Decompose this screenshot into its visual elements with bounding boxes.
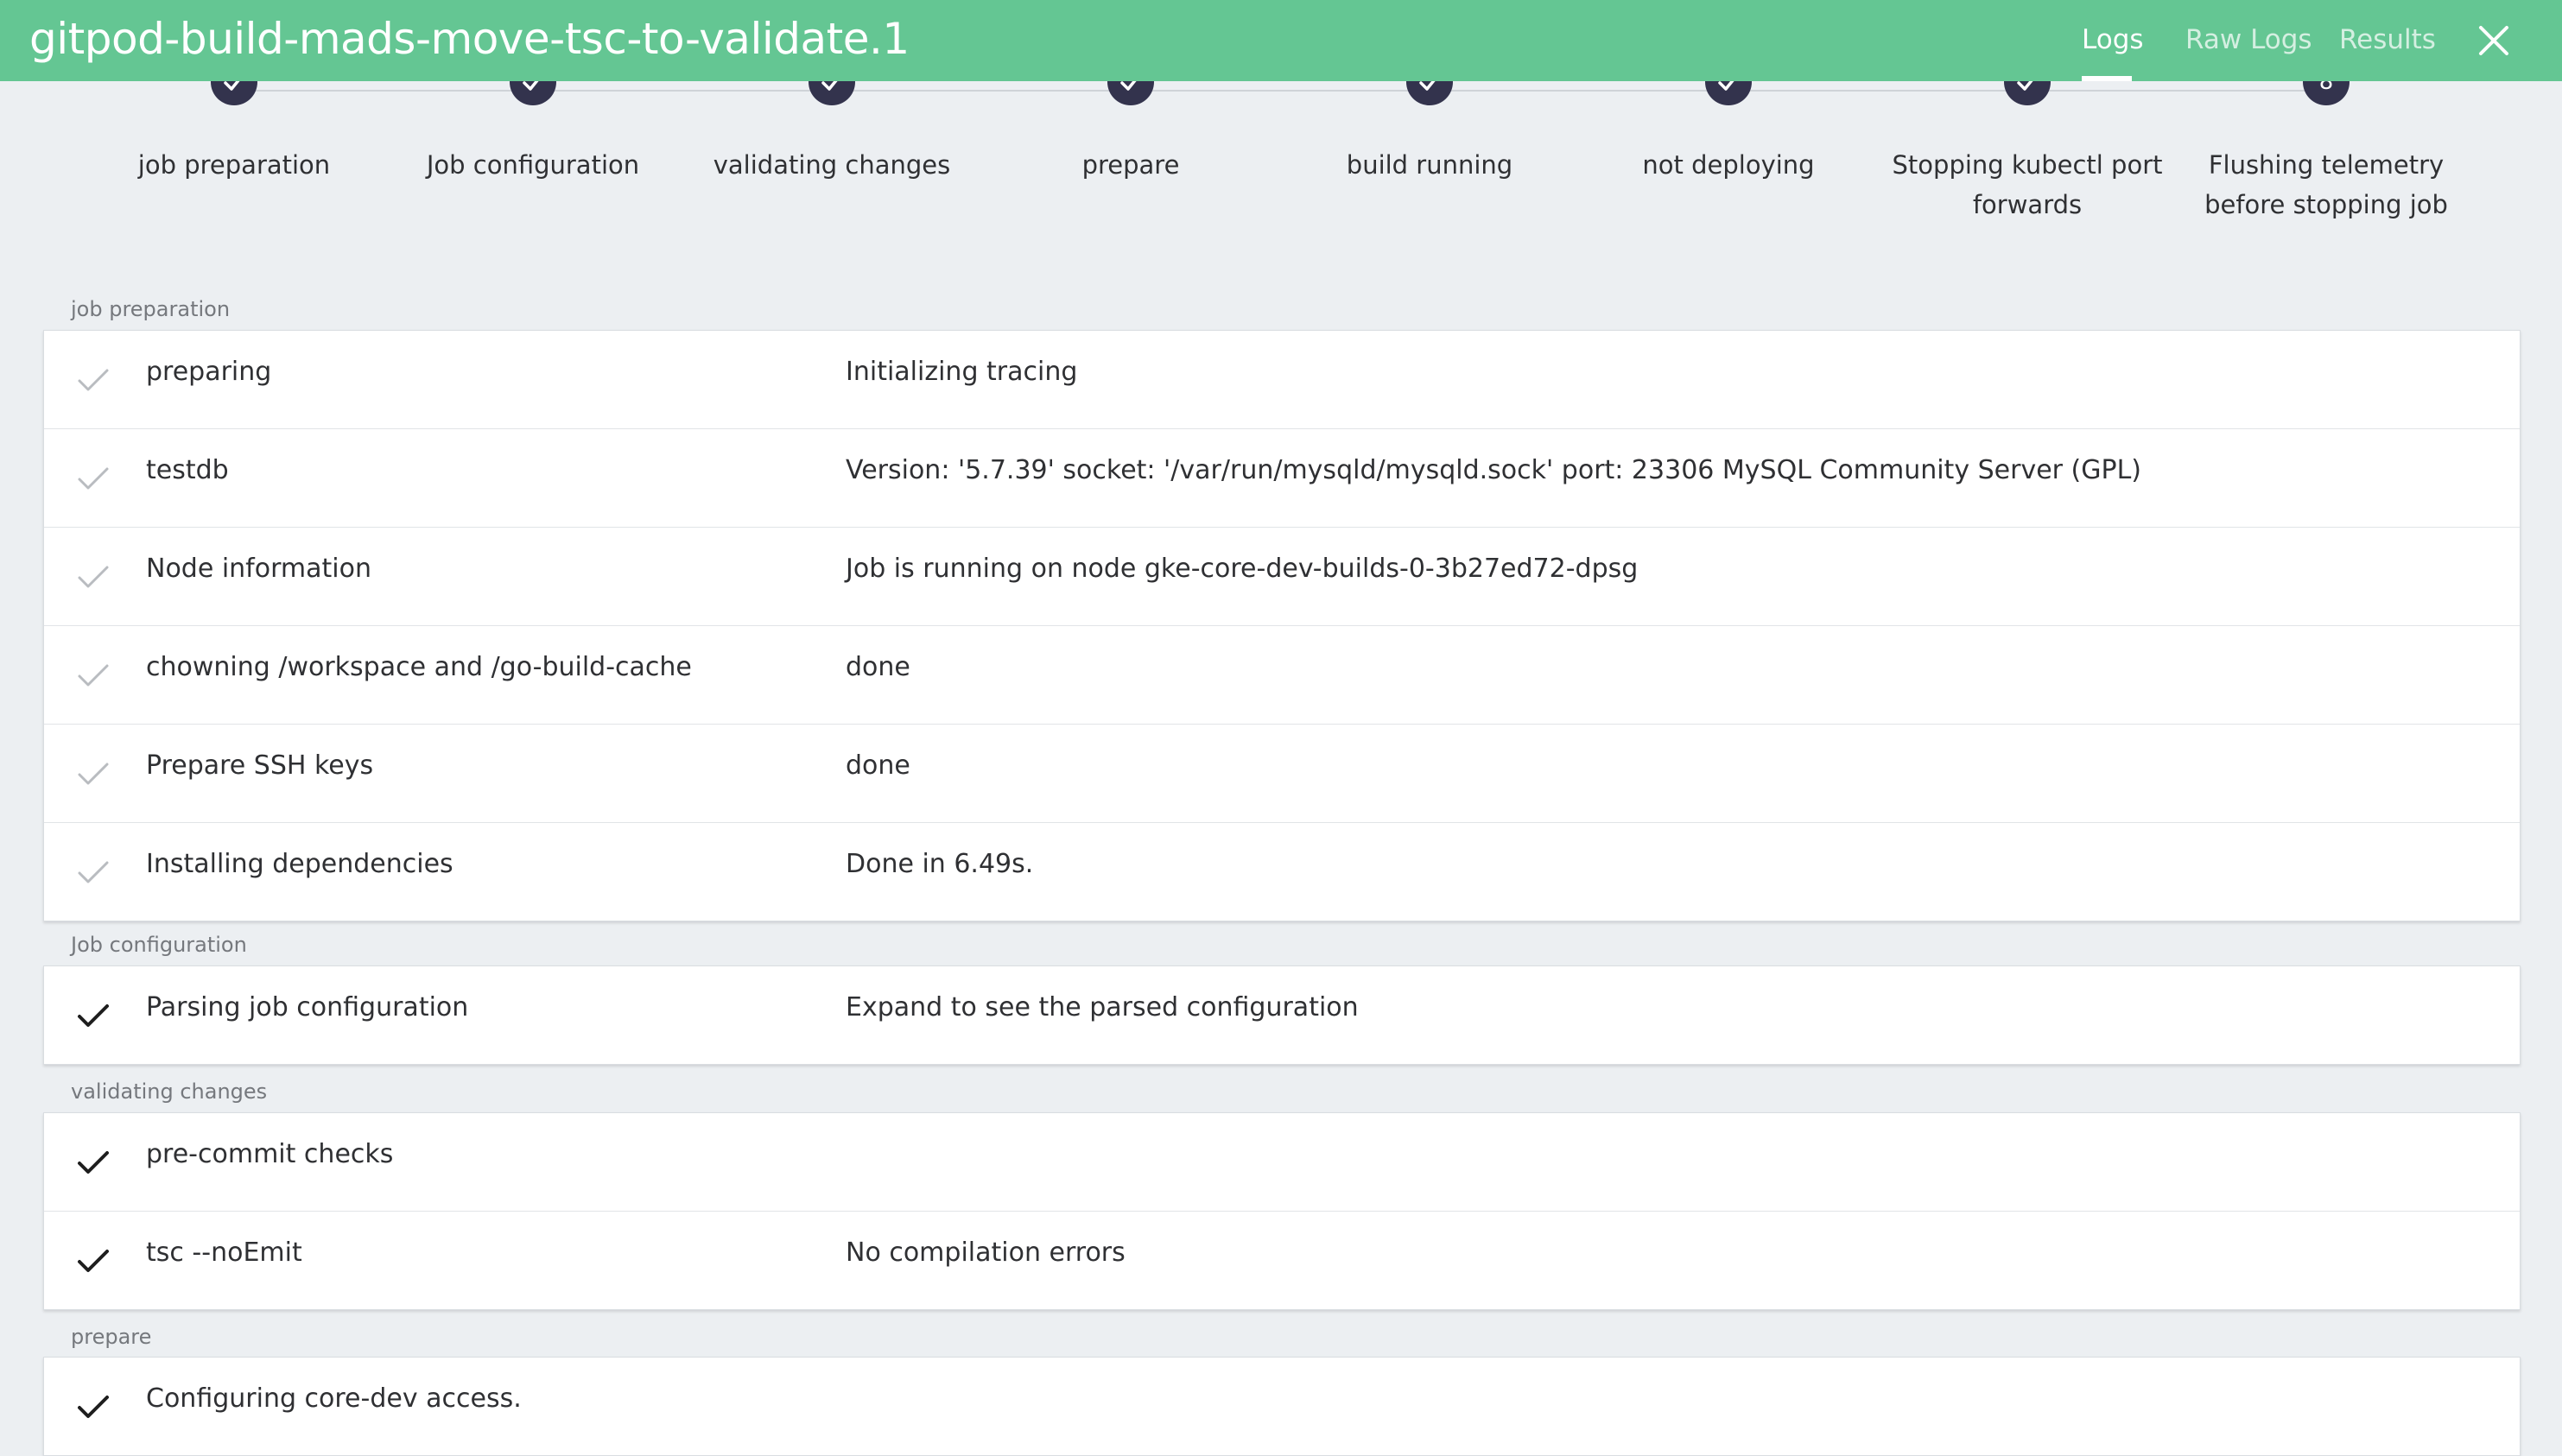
log-row-name: Parsing job configuration <box>146 992 469 1022</box>
log-row-value: done <box>846 750 910 781</box>
log-row-value: Initializing tracing <box>846 357 1078 387</box>
step-label: not deploying <box>1642 150 1815 180</box>
step-label: Job configuration <box>426 150 640 180</box>
log-row-value: Expand to see the parsed configuration <box>846 992 1359 1022</box>
log-row[interactable]: tsc --noEmit No compilation errors <box>44 1212 2520 1309</box>
step-label: prepare <box>1081 150 1180 180</box>
section-card-job-configuration: Parsing job configuration Expand to see … <box>43 965 2521 1065</box>
section-label-job-configuration: Job configuration <box>71 933 247 957</box>
check-icon <box>78 566 109 588</box>
step-label: job preparation <box>137 150 331 180</box>
step-label: validating changes <box>713 150 951 180</box>
close-button[interactable] <box>2476 22 2512 59</box>
log-row-value: No compilation errors <box>846 1238 1126 1268</box>
log-row[interactable]: Node information Job is running on node … <box>44 528 2520 626</box>
active-tab-indicator <box>2082 76 2132 81</box>
log-row-name: tsc --noEmit <box>146 1238 302 1268</box>
check-icon <box>78 861 109 883</box>
log-row-value: Version: '5.7.39' socket: '/var/run/mysq… <box>846 455 2141 485</box>
log-row[interactable]: Parsing job configuration Expand to see … <box>44 966 2520 1064</box>
log-row-name: pre-commit checks <box>146 1139 394 1169</box>
check-icon <box>78 664 109 687</box>
build-title: gitpod-build-mads-move-tsc-to-validate.1 <box>29 14 910 64</box>
log-row-name: chowning /workspace and /go-build-cache <box>146 652 692 682</box>
section-card-validating-changes: pre-commit checks tsc --noEmit No compil… <box>43 1112 2521 1310</box>
section-label-validating-changes: validating changes <box>71 1079 268 1104</box>
step-label: Stopping kubectl port forwards <box>1892 150 2163 219</box>
check-icon <box>78 763 109 785</box>
section-label-job-preparation: job preparation <box>71 297 231 321</box>
log-row[interactable]: Configuring core-dev access. <box>44 1358 2520 1455</box>
log-row-name: Configuring core-dev access. <box>146 1383 522 1414</box>
tab-raw-logs[interactable]: Raw Logs <box>2185 24 2312 55</box>
check-icon <box>78 1396 109 1418</box>
close-icon <box>2479 26 2508 55</box>
log-row[interactable]: chowning /workspace and /go-build-cache … <box>44 626 2520 725</box>
log-row-name: Installing dependencies <box>146 849 453 879</box>
log-row-value: Job is running on node gke-core-dev-buil… <box>846 554 1639 584</box>
check-icon <box>78 1151 109 1174</box>
log-row[interactable]: testdb Version: '5.7.39' socket: '/var/r… <box>44 429 2520 528</box>
section-card-job-preparation: preparing Initializing tracing testdb Ve… <box>43 330 2521 921</box>
check-icon <box>78 369 109 391</box>
log-row-name: Node information <box>146 554 371 584</box>
step-label: build running <box>1346 150 1513 180</box>
check-icon <box>78 467 109 490</box>
log-row-value: done <box>846 652 910 682</box>
check-icon <box>78 1250 109 1272</box>
log-row[interactable]: pre-commit checks <box>44 1113 2520 1212</box>
section-card-prepare: Configuring core-dev access. <box>43 1357 2521 1456</box>
top-bar: gitpod-build-mads-move-tsc-to-validate.1… <box>0 0 2562 81</box>
section-label-prepare: prepare <box>71 1325 152 1349</box>
step-label: Flushing telemetry before stopping job <box>2204 150 2448 219</box>
log-row[interactable]: preparing Initializing tracing <box>44 331 2520 429</box>
tab-logs[interactable]: Logs <box>2082 24 2144 55</box>
job-phase-stepper: job preparation Job configuration valida… <box>0 59 2562 288</box>
tab-results[interactable]: Results <box>2339 24 2436 55</box>
log-row-name: testdb <box>146 455 229 485</box>
log-row[interactable]: Prepare SSH keys done <box>44 725 2520 823</box>
log-row-value: Done in 6.49s. <box>846 849 1034 879</box>
log-row[interactable]: Installing dependencies Done in 6.49s. <box>44 823 2520 921</box>
log-row-name: preparing <box>146 357 272 387</box>
check-icon <box>78 1004 109 1027</box>
log-row-name: Prepare SSH keys <box>146 750 374 781</box>
